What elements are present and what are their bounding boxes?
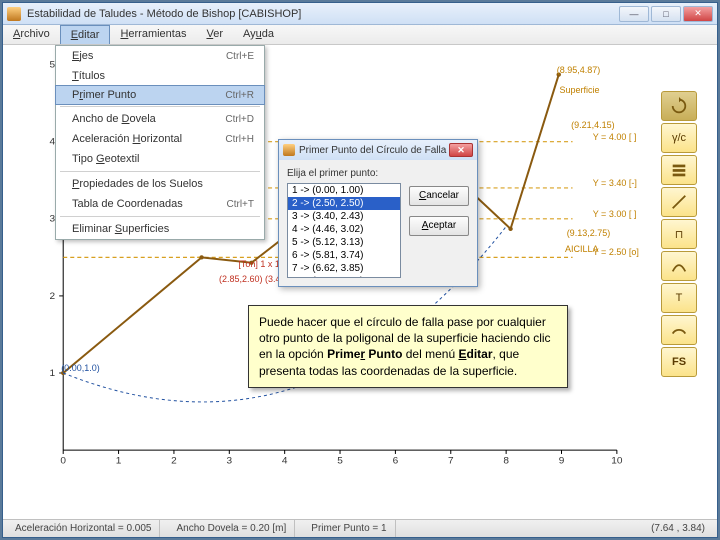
plot-annotation: Y = 3.00 [ ]: [593, 209, 637, 219]
list-option[interactable]: 3 -> (3.40, 2.43): [288, 210, 400, 223]
dialog-prompt: Elija el primer punto:: [287, 168, 401, 179]
menu-item-ejes[interactable]: EjesCtrl+E: [56, 46, 264, 66]
menu-item-primer-punto[interactable]: Primer PuntoCtrl+R: [55, 85, 265, 105]
plot-annotation: Superficie: [560, 85, 600, 95]
menu-label: rchivo: [20, 28, 49, 40]
list-option[interactable]: 4 -> (4.46, 3.02): [288, 223, 400, 236]
dialog-close-button[interactable]: ✕: [449, 143, 473, 157]
close-button[interactable]: ✕: [683, 6, 713, 22]
minimize-button[interactable]: —: [619, 6, 649, 22]
titlebar: Estabilidad de Taludes - Método de Bisho…: [3, 3, 717, 25]
menu-archivo[interactable]: Archivo: [3, 25, 60, 44]
menu-herramientas[interactable]: Herramientas: [110, 25, 196, 44]
workspace: 01234567891012345 (8.95,4.87)Superficie(…: [3, 45, 717, 519]
app-title: Estabilidad de Taludes - Método de Bisho…: [27, 8, 619, 20]
dialog-body: Elija el primer punto: 1 -> (0.00, 1.00)…: [279, 160, 477, 286]
menu-item-ancho-de-dovela[interactable]: Ancho de DovelaCtrl+D: [56, 109, 264, 129]
tool-arc-icon[interactable]: [661, 315, 697, 345]
menu-ayuda[interactable]: Ayuda: [233, 25, 284, 44]
statusbar: Aceleración Horizontal = 0.005 Ancho Dov…: [3, 519, 717, 537]
plot-annotation: (9.21,4.15): [571, 120, 615, 130]
dialog-titlebar: Primer Punto del Círculo de Falla ✕: [279, 140, 477, 160]
menu-label: er: [213, 28, 223, 40]
tool-text-button[interactable]: T: [661, 283, 697, 313]
status-dovela: Ancho Dovela = 0.20 [m]: [168, 520, 295, 537]
menu-label: Ayuda: [243, 28, 274, 40]
status-coord: (7.64 , 3.84): [643, 520, 713, 537]
tool-gamma-c-button[interactable]: γ/c: [661, 123, 697, 153]
menu-item-aceleraci-n-horizontal[interactable]: Aceleración HorizontalCtrl+H: [56, 129, 264, 149]
list-option[interactable]: 1 -> (0.00, 1.00): [288, 184, 400, 197]
plot-annotation: Y = 3.40 [-]: [593, 178, 637, 188]
tool-rotate-icon[interactable]: [661, 91, 697, 121]
menu-item-propiedades-de-los-suelos[interactable]: Propiedades de los Suelos: [56, 174, 264, 194]
list-option[interactable]: 7 -> (6.62, 3.85): [288, 262, 400, 275]
list-option[interactable]: 8 -> (8.08, 2.87): [288, 275, 400, 278]
svg-text:6: 6: [393, 456, 399, 467]
tool-curve-icon[interactable]: [661, 251, 697, 281]
svg-text:1: 1: [50, 368, 56, 379]
dialog-title: Primer Punto del Círculo de Falla: [299, 145, 449, 156]
svg-text:1: 1: [116, 456, 122, 467]
window-buttons: — □ ✕: [619, 6, 713, 22]
svg-text:8: 8: [503, 456, 509, 467]
menu-label: erramientas: [128, 28, 186, 40]
menu-separator: [60, 106, 260, 107]
menu-item-eliminar-superficies[interactable]: Eliminar Superficies: [56, 219, 264, 239]
plot-annotation: Y = 4.00 [ ]: [593, 132, 637, 142]
tool-line-icon[interactable]: [661, 187, 697, 217]
menu-item-tabla-de-coordenadas[interactable]: Tabla de CoordenadasCtrl+T: [56, 194, 264, 214]
status-primer: Primer Punto = 1: [303, 520, 395, 537]
status-accel: Aceleración Horizontal = 0.005: [7, 520, 160, 537]
menu-label: ditar: [78, 29, 99, 41]
svg-text:9: 9: [559, 456, 565, 467]
tool-pi-button[interactable]: ⊓: [661, 219, 697, 249]
dialog-icon: [283, 144, 295, 156]
menu-item-tipo-geotextil[interactable]: Tipo Geotextil: [56, 149, 264, 169]
svg-text:3: 3: [226, 456, 232, 467]
plot-annotation: (8.95,4.87): [557, 65, 601, 75]
maximize-button[interactable]: □: [651, 6, 681, 22]
svg-text:2: 2: [171, 456, 177, 467]
tool-fs-button[interactable]: FS: [661, 347, 697, 377]
list-option[interactable]: 6 -> (5.81, 3.74): [288, 249, 400, 262]
menu-separator: [60, 171, 260, 172]
help-tooltip: Puede hacer que el círculo de falla pase…: [248, 305, 568, 388]
right-toolbar: γ/c ⊓ T FS: [661, 91, 699, 377]
svg-text:5: 5: [337, 456, 343, 467]
primer-punto-dialog: Primer Punto del Círculo de Falla ✕ Elij…: [278, 139, 478, 287]
tool-layers-icon[interactable]: [661, 155, 697, 185]
plot-annotation: (9.13,2.75): [567, 228, 611, 238]
svg-text:0: 0: [60, 456, 66, 467]
svg-text:10: 10: [611, 456, 623, 467]
cancel-button[interactable]: Cancelar: [409, 186, 469, 206]
app-window: Estabilidad de Taludes - Método de Bisho…: [2, 2, 718, 538]
menu-item-t-tulos[interactable]: Títulos: [56, 66, 264, 86]
plot-annotation: Y = 2.50 [o]: [593, 247, 639, 257]
menubar: Archivo Editar Herramientas Ver Ayuda: [3, 25, 717, 45]
app-icon: [7, 7, 21, 21]
editar-dropdown[interactable]: EjesCtrl+ETítulosPrimer PuntoCtrl+R Ancho…: [55, 45, 265, 240]
menu-editar[interactable]: Editar: [60, 25, 111, 44]
svg-text:7: 7: [448, 456, 454, 467]
points-listbox[interactable]: 1 -> (0.00, 1.00)2 -> (2.50, 2.50)3 -> (…: [287, 183, 401, 278]
accept-button[interactable]: Aceptar: [409, 216, 469, 236]
plot-annotation: (0.00,1.0): [61, 363, 100, 373]
svg-text:2: 2: [50, 291, 56, 302]
menu-ver[interactable]: Ver: [196, 25, 233, 44]
svg-text:4: 4: [282, 456, 288, 467]
menu-separator: [60, 216, 260, 217]
list-option[interactable]: 2 -> (2.50, 2.50): [288, 197, 400, 210]
list-option[interactable]: 5 -> (5.12, 3.13): [288, 236, 400, 249]
